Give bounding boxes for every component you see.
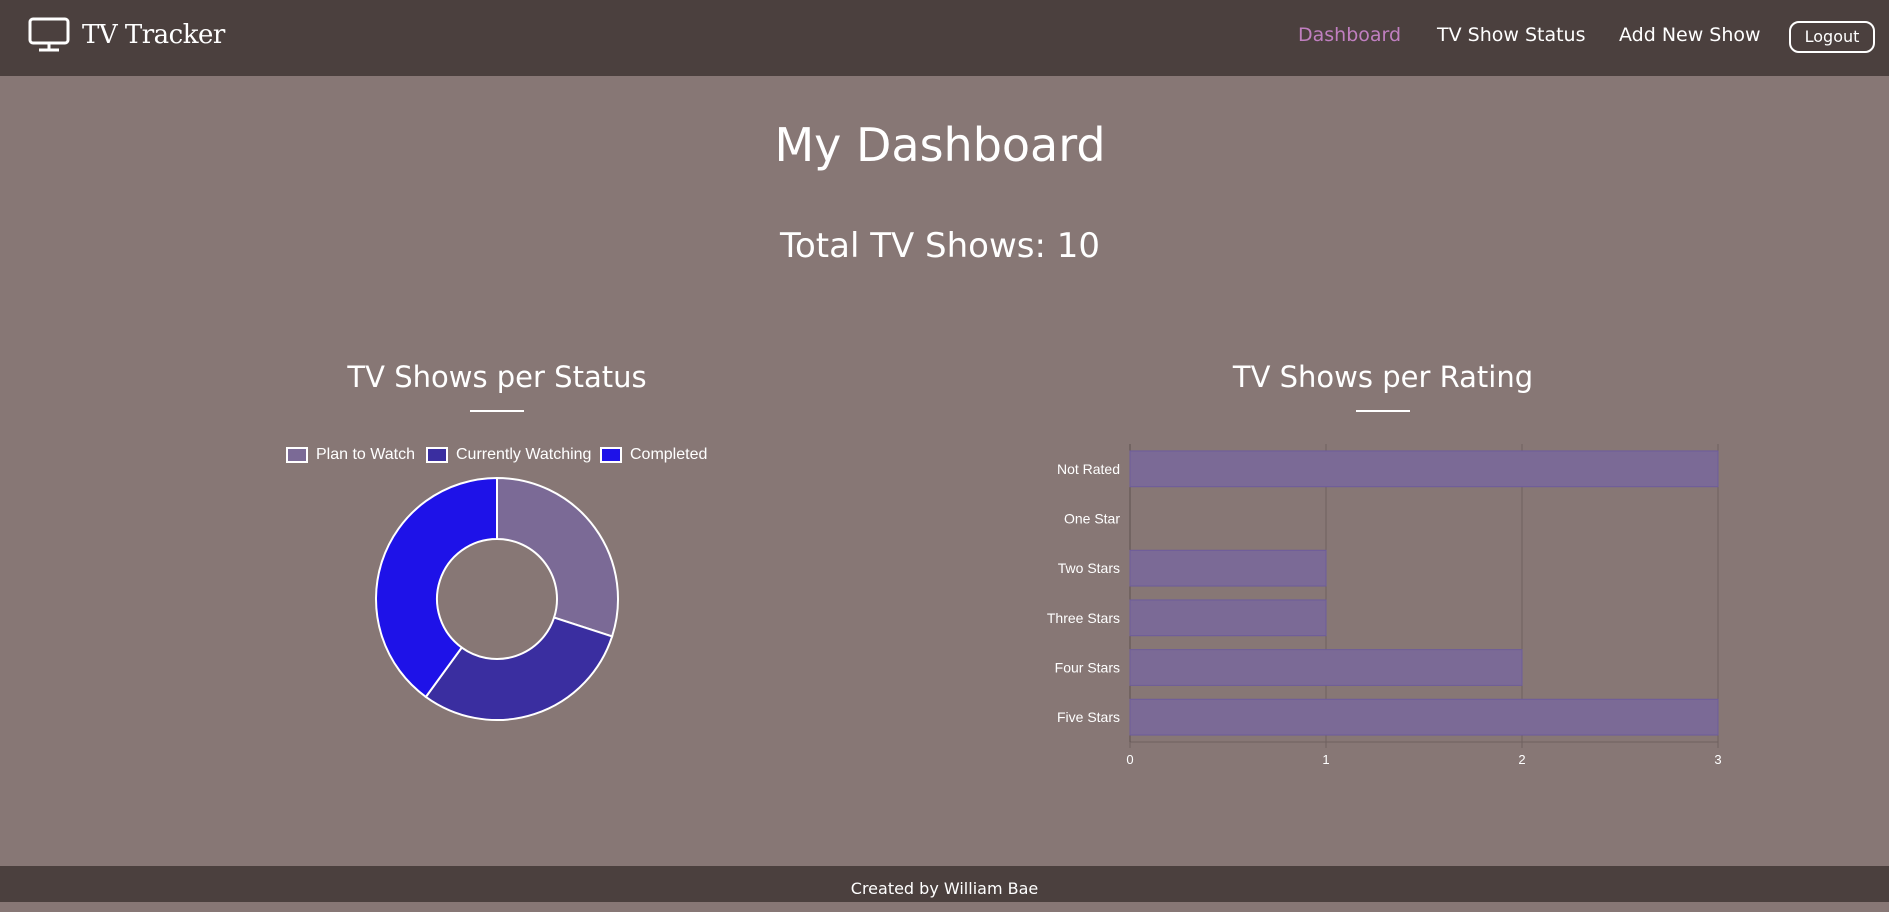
legend-item-completed[interactable]: Completed	[600, 446, 707, 464]
logout-button[interactable]: Logout	[1789, 21, 1875, 53]
y-category-label: Two Stars	[1058, 560, 1120, 576]
y-category-label: Three Stars	[1047, 610, 1120, 626]
tv-icon	[28, 17, 70, 52]
status-title-underline	[470, 410, 524, 412]
legend-label: Plan to Watch	[316, 446, 416, 463]
x-tick-label: 1	[1322, 752, 1329, 767]
x-tick-label: 2	[1518, 752, 1525, 767]
navbar: TV Tracker Dashboard TV Show Status Add …	[0, 0, 1889, 76]
donut-slice-plan-to-watch[interactable]	[496, 476, 619, 638]
rating-bar[interactable]	[1129, 698, 1719, 736]
nav-add-new-show[interactable]: Add New Show	[1619, 24, 1761, 46]
legend-swatch-plan-to-watch	[286, 447, 308, 463]
legend-item-plan-to-watch[interactable]: Plan to Watch	[286, 446, 415, 464]
y-category-label: Four Stars	[1055, 660, 1120, 676]
x-tick-label: 3	[1714, 752, 1721, 767]
status-donut-chart	[375, 476, 619, 721]
rating-bar[interactable]	[1129, 450, 1719, 488]
legend-label: Currently Watching	[456, 446, 592, 463]
legend-label: Completed	[630, 446, 708, 463]
rating-chart-title: TV Shows per Rating	[1232, 360, 1534, 394]
total-shows: Total TV Shows: 10	[779, 226, 1101, 266]
donut-slice-currently-watching[interactable]	[424, 616, 614, 721]
legend-swatch-completed	[600, 447, 622, 463]
footer: Created by William Bae	[0, 866, 1889, 902]
rating-bar[interactable]	[1129, 549, 1327, 587]
rating-bar[interactable]	[1129, 649, 1523, 686]
x-tick-label: 0	[1126, 752, 1133, 767]
legend-swatch-currently-watching	[426, 447, 448, 463]
rating-bar-chart: 0 1 2 3 Not Rated One Star Two Stars Three Star…	[1047, 444, 1722, 767]
page-title: My Dashboard	[774, 118, 1106, 172]
y-category-label: Five Stars	[1057, 709, 1120, 725]
legend-item-currently-watching[interactable]: Currently Watching	[426, 446, 591, 464]
status-chart-title: TV Shows per Status	[347, 360, 647, 394]
brand[interactable]: TV Tracker	[28, 17, 225, 53]
brand-name: TV Tracker	[82, 20, 225, 50]
y-category-label: Not Rated	[1057, 461, 1120, 477]
nav-tv-show-status[interactable]: TV Show Status	[1437, 24, 1586, 46]
rating-bar[interactable]	[1129, 599, 1327, 637]
rating-title-underline	[1356, 410, 1410, 412]
nav-dashboard[interactable]: Dashboard	[1298, 24, 1401, 46]
y-category-label: One Star	[1064, 511, 1120, 527]
